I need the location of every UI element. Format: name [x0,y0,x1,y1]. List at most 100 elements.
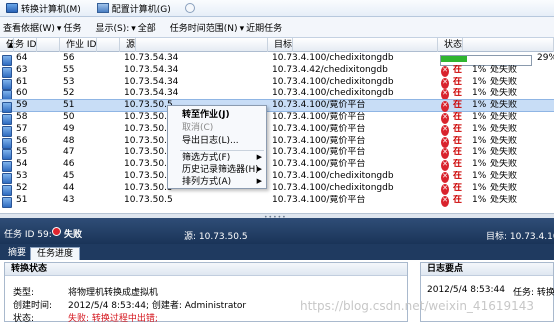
job-id-cell: 56 [63,53,75,63]
table-row[interactable]: 58 50 10.73.50.5 10.73.4.100/竟价平台 ✕ 在 1% 处失败 [0,112,554,125]
source-cell: 10.73.54.34 [124,88,179,99]
menu-item-history-filter[interactable]: 历史记录筛选器(H) [182,165,259,176]
chevron-down-icon: ▾ [239,23,245,34]
task-id-cell: 55 [16,147,28,158]
source-cell: 10.73.54.34 [124,76,179,87]
chevron-down-icon: ▾ [56,23,62,34]
task-id-cell: 52 [16,182,28,193]
status-percent: 1% [472,182,487,193]
status-at-text: 在 [453,64,463,75]
failed-status-icon: ✕ [441,183,449,195]
menu-separator [180,150,264,151]
column-header-target[interactable]: 目标 [268,38,438,52]
table-row[interactable]: 64 56 10.73.54.34 10.73.4.100/chedixitongdb… [0,53,554,66]
source-cell: 10.73.50.5 [124,194,173,205]
source-cell: 10.73.50.5 [124,147,173,158]
task-id-cell: 56 [16,135,28,146]
table-row[interactable]: 63 55 10.73.54.34 10.73.4.42/chedixitongdb ✕… [0,64,554,78]
conversion-status-title: 转换状态 [5,263,407,276]
failed-status-icon: ✕ [441,195,449,207]
task-id-cell: 60 [16,88,28,99]
detail-task-id: 任务 ID 59: [4,230,52,240]
job-id-cell: 43 [63,194,75,205]
target-cell: 10.73.4.100/竟价平台 [272,135,366,146]
detail-status: 失败 [64,230,83,240]
status-percent: 1% [472,159,487,170]
failed-status-icon: ✕ [441,101,449,113]
table-row[interactable]: 59 51 10.73.50.5 10.73.4.100/竟价平台 ✕ 在 1% 处失败 [0,99,554,114]
target-cell: 10.73.4.100/chedixitongdb [272,171,394,181]
menu-item-sort-by[interactable]: 排列方式(A) [182,177,231,188]
target-cell: 10.73.4.100/chedixitongdb [272,88,394,99]
status-percent: 1% [472,135,487,146]
time-range-dropdown[interactable]: 任务时间范围(N) ▾ 近期任务 [170,21,282,34]
display-dropdown[interactable]: 显示(S): ▾ 全部 [95,21,155,34]
job-id-cell: 47 [63,147,75,158]
refresh-icon[interactable] [184,3,195,13]
table-row[interactable]: 61 53 10.73.54.34 10.73.4.100/chedixitongdb… [0,76,554,90]
failed-status-icon: ✕ [441,160,449,172]
table-row[interactable]: 56 48 10.73.50.5 10.73.4.100/竟价平台 ✕ 在 1% 处失败 [0,135,554,149]
menu-item-filter-by[interactable]: 筛选方式(F) [182,153,230,164]
view-by-label: 查看依据(W) [3,23,55,34]
status-failed-text: 处失败 [490,171,518,181]
failed-status-icon: ✕ [441,65,449,77]
column-header-source[interactable]: 源 [120,38,268,52]
menu-item-goto-job[interactable]: 转至作业(J) [182,110,230,121]
status-at-text: 在 [453,171,463,181]
column-target-label: 目标 [271,38,294,52]
task-id-cell: 54 [16,159,28,170]
failed-status-icon: ✕ [441,148,449,160]
task-id-cell: 64 [16,53,28,63]
tab-summary[interactable]: 摘要 [2,247,32,260]
status-at-text: 在 [453,88,463,99]
job-id-cell: 53 [63,76,75,87]
table-row[interactable]: 52 44 10.73.50.5 10.73.4.100/chedixitongdb ✕… [0,182,554,196]
configure-computer-button[interactable]: 配置计算机(G) [93,1,175,16]
created-label: 创建时间: [13,301,53,311]
status-value: 失败: 转换过程中出错; [68,314,158,322]
job-id-cell: 48 [63,135,75,146]
target-cell: 10.73.4.100/竟价平台 [272,159,366,170]
source-cell: 10.73.50.5 [124,123,173,134]
table-row[interactable]: 60 52 10.73.54.34 10.73.4.100/chedixitongdb… [0,88,554,102]
column-job-id-label: 作业 ID [63,38,98,52]
column-header-job-id[interactable]: 作业 ID [60,38,120,52]
status-percent: 1% [472,76,487,87]
column-header-task-id[interactable]: 任务 ID ▲ [0,38,60,52]
column-header-status[interactable]: 状态 [438,38,554,52]
table-row[interactable]: 53 45 10.73.50.5 10.73.4.100/chedixitongdb ✕… [0,171,554,184]
task-id-cell: 63 [16,64,28,75]
table-row[interactable]: 51 43 10.73.50.5 10.73.4.100/竟价平台 ✕ 在 1% 处失败 [0,194,554,208]
progress-fill [441,56,468,62]
table-row[interactable]: 54 46 10.73.50.5 10.73.4.100/竟价平台 ✕ 在 1% 处失败 [0,159,554,173]
convert-computer-button[interactable]: 转换计算机(M) [2,1,85,16]
task-id-cell: 57 [16,123,28,134]
target-cell: 10.73.4.100/竟价平台 [272,147,366,158]
job-id-cell: 45 [63,171,75,181]
target-cell: 10.73.4.100/chedixitongdb [272,182,394,193]
submenu-arrow-icon: ▶ [256,177,262,185]
submenu-arrow-icon: ▶ [256,153,262,161]
failed-status-icon: ✕ [441,89,449,101]
status-failed-text: 处失败 [490,64,518,75]
status-at-text: 在 [453,112,463,122]
status-failed-text: 处失败 [490,182,518,193]
menu-item-export-log[interactable]: 导出日志(L)... [182,136,239,147]
view-by-value: 任务 [63,23,82,34]
detail-source: 源: 10.73.50.5 [184,232,248,242]
status-at-text: 在 [453,76,463,87]
view-by-dropdown[interactable]: 查看依据(W) ▾ 任务 [3,21,81,34]
target-cell: 10.73.4.42/chedixitongdb [272,64,388,75]
status-at-text: 在 [453,194,463,205]
task-detail-header: 任务 ID 59: 失败 源: 10.73.50.5 目标: 10.73.4.1… [0,218,554,244]
computer-icon [6,3,18,13]
created-value: 2012/5/4 8:53:44; 创建者: Administrator [68,301,247,311]
failed-status-icon: ✕ [441,124,449,136]
status-failed-text: 处失败 [490,135,518,146]
detail-tabs: 摘要 任务进度 [0,244,554,260]
table-row[interactable]: 55 47 10.73.50.5 10.73.4.100/竟价平台 ✕ 在 1% 处失败 [0,147,554,161]
table-row[interactable]: 57 49 10.73.50.5 10.73.4.100/竟价平台 ✕ 在 1% 处失败 [0,123,554,137]
tab-task-progress[interactable]: 任务进度 [30,247,81,260]
column-source-label: 源 [123,38,137,52]
